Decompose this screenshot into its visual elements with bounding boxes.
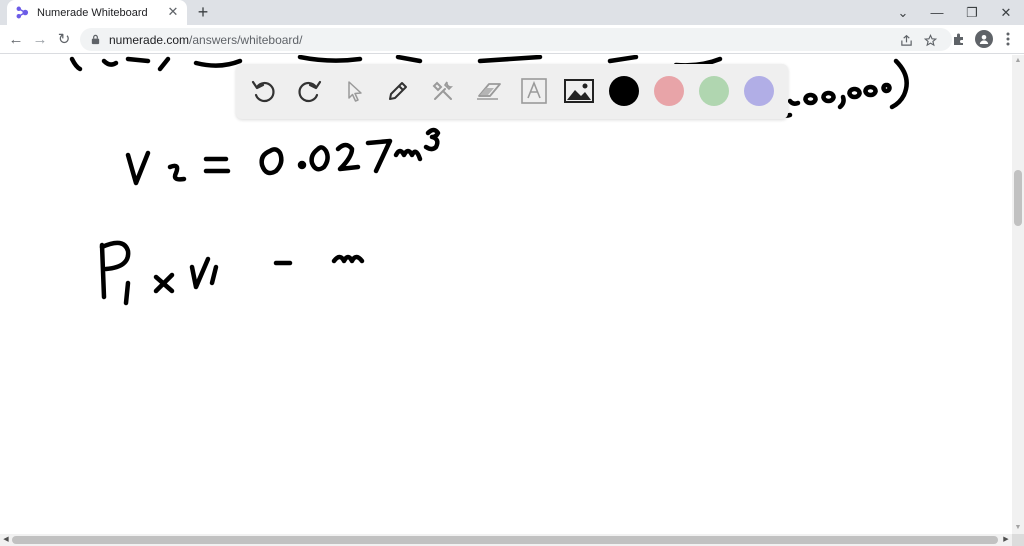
chrome-menu-icon[interactable] [999,30,1017,48]
url-text: numerade.com/answers/whiteboard/ [109,33,302,47]
tab-numerade-whiteboard[interactable]: Numerade Whiteboard ✕ [7,0,187,25]
vertical-scroll-thumb[interactable] [1014,170,1022,226]
image-upload-button[interactable] [563,75,595,107]
bookmark-star-icon[interactable] [922,32,938,48]
color-green-swatch [699,76,729,106]
color-green-button[interactable] [698,75,730,107]
color-purple-button[interactable] [743,75,775,107]
horizontal-scrollbar[interactable]: ◀ ▶ [0,534,1012,546]
url-host: numerade.com [109,32,190,47]
pen-icon [389,82,407,100]
tab-title: Numerade Whiteboard [37,6,148,19]
close-window-button[interactable]: ✕ [989,0,1023,25]
text-tool-button[interactable] [518,75,550,107]
eraser-button[interactable] [473,75,505,107]
color-red-swatch [654,76,684,106]
hammer-wrench-icon [432,81,453,100]
new-tab-button[interactable]: + [193,2,213,22]
color-black-swatch [609,76,639,106]
browser-toolbar: ← → ↻ numerade.com/answers/whiteboard/ [0,25,1024,54]
image-icon [564,79,594,103]
back-button[interactable]: ← [6,29,26,49]
pointer-arrow-icon [348,81,362,102]
profile-avatar-icon[interactable] [975,30,993,48]
scroll-right-arrow-icon[interactable]: ▶ [1000,534,1012,546]
horizontal-scroll-thumb[interactable] [12,536,998,544]
redo-icon [298,80,322,103]
tab-strip: Numerade Whiteboard ✕ + ⌄ — ❐ ✕ [0,0,1024,25]
reload-button[interactable]: ↻ [54,29,74,49]
redo-button[interactable] [293,75,325,107]
undo-icon [251,80,275,103]
whiteboard-toolbar [236,64,788,119]
undo-button[interactable] [248,75,280,107]
color-red-button[interactable] [653,75,685,107]
scroll-left-arrow-icon[interactable]: ◀ [0,534,12,546]
whiteboard-canvas[interactable] [0,55,1012,534]
vertical-scrollbar[interactable]: ▲ ▼ [1012,55,1024,534]
pen-button[interactable] [382,75,414,107]
address-bar[interactable]: numerade.com/answers/whiteboard/ [80,28,952,51]
scroll-up-arrow-icon[interactable]: ▲ [1012,55,1024,67]
eraser-icon [477,83,501,100]
color-purple-swatch [744,76,774,106]
color-black-button[interactable] [608,75,640,107]
numerade-favicon-icon [16,6,29,19]
text-a-icon [521,78,547,104]
tab-close-icon[interactable]: ✕ [166,5,180,19]
browser-window: Numerade Whiteboard ✕ + ⌄ — ❐ ✕ ← → ↻ nu… [0,0,1024,546]
share-icon[interactable] [898,32,914,48]
select-pointer-button[interactable] [338,75,370,107]
lock-icon [91,34,100,45]
forward-button[interactable]: → [30,29,50,49]
url-path: /answers/whiteboard/ [189,32,303,47]
extensions-puzzle-icon[interactable] [950,30,968,48]
tools-button[interactable] [427,75,459,107]
tab-search-dropdown-icon[interactable]: ⌄ [886,0,920,25]
minimize-button[interactable]: — [920,0,954,25]
scrollbar-corner [1012,534,1024,546]
handwriting-strokes [69,55,909,306]
restore-button[interactable]: ❐ [955,0,989,25]
scroll-down-arrow-icon[interactable]: ▼ [1012,522,1024,534]
